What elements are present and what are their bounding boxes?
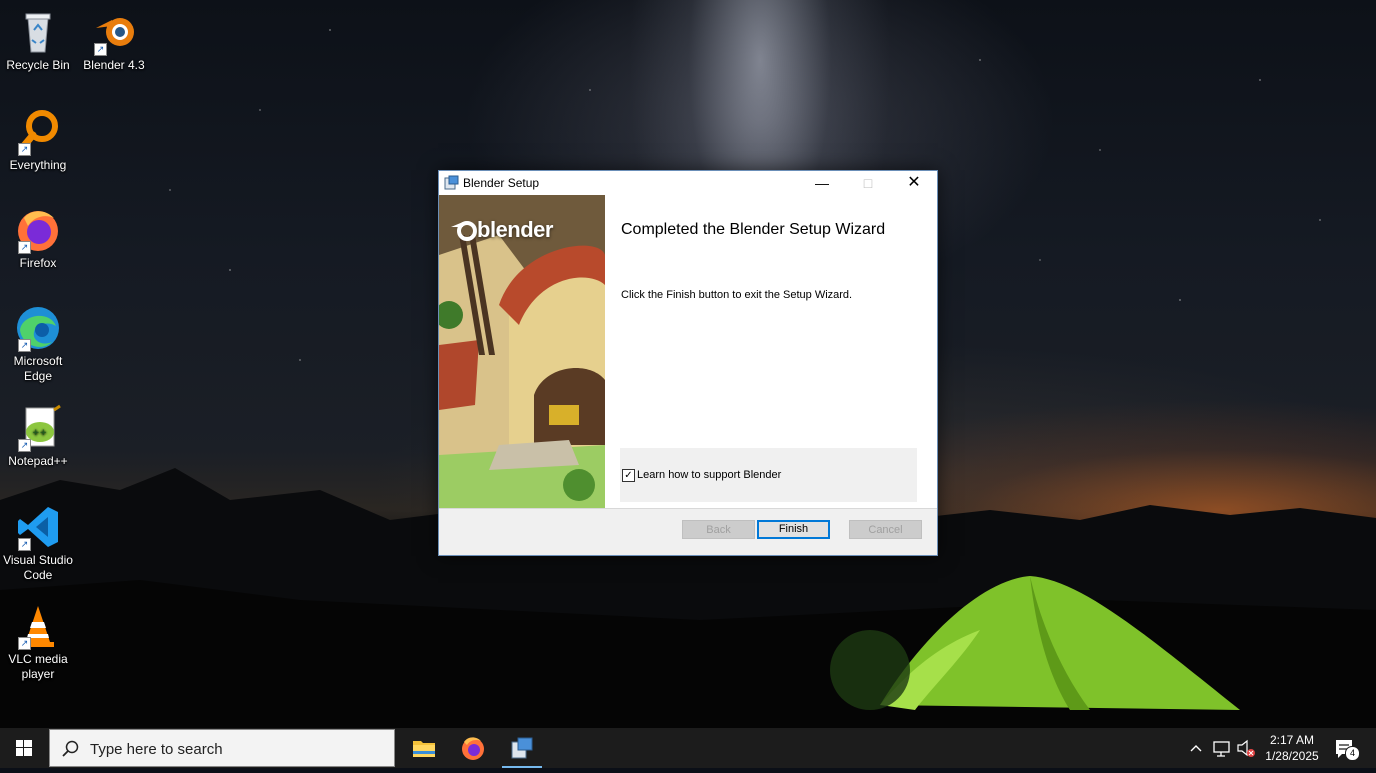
firefox-icon: ↗ [14,206,62,254]
desktop-icon-microsoft-edge[interactable]: ↗ Microsoft Edge [0,304,76,384]
windows-logo-icon [16,740,32,756]
desktop-icon-label: Blender 4.3 [83,58,145,72]
support-blender-checkbox[interactable]: ✓ [622,469,635,482]
svg-text:++: ++ [32,428,47,438]
blender-logo-text: blender [477,217,553,242]
desktop-icon-blender[interactable]: ↗ Blender 4.3 [76,8,152,73]
desktop-icon-label: Visual Studio Code [3,553,73,582]
taskbar-file-explorer[interactable] [400,728,448,768]
button-bar-divider [439,508,937,509]
desktop-icon-vlc[interactable]: ↗ VLC media player [0,602,76,682]
desktop-icon-recycle-bin[interactable]: Recycle Bin [0,8,76,73]
support-blender-label[interactable]: Learn how to support Blender [637,469,781,481]
everything-search-icon: ↗ [14,108,62,156]
blender-logo: blender [451,217,553,243]
clock-time: 2:17 AM [1269,733,1315,747]
blender-logo-icon [451,219,477,241]
wizard-side-banner: blender [439,195,605,508]
desktop-icon-label: Microsoft Edge [13,354,63,383]
desktop-icon-label: Recycle Bin [6,58,70,72]
clock-date: 1/28/2025 [1265,749,1319,763]
shortcut-arrow-icon: ↗ [18,439,31,452]
search-icon [62,740,79,757]
window-titlebar[interactable]: Blender Setup — □ ✕ [439,171,937,195]
wizard-body-text: Click the Finish button to exit the Setu… [621,289,853,301]
firefox-icon [462,737,484,760]
shortcut-arrow-icon: ↗ [18,241,31,254]
taskbar-blender-setup[interactable] [498,728,546,768]
minimize-icon[interactable]: — [799,171,845,195]
start-button[interactable] [0,728,48,768]
notepad-plus-plus-icon: ++ ↗ [14,404,62,452]
close-icon[interactable]: ✕ [891,171,937,195]
action-center-button[interactable]: 4 [1330,728,1360,768]
cancel-button[interactable]: Cancel [849,520,922,539]
desktop-icon-label: VLC media player [8,652,68,681]
desktop-icon-label: Firefox [19,256,57,270]
back-button[interactable]: Back [682,520,755,539]
desktop-icon-visual-studio-code[interactable]: ↗ Visual Studio Code [0,503,76,583]
taskbar-search-box[interactable]: Type here to search [49,729,395,767]
blender-setup-icon [511,737,533,759]
blender-setup-window: Blender Setup — □ ✕ blender Completed th… [438,170,938,556]
desktop-icon-label: Notepad++ [8,454,68,468]
search-placeholder: Type here to search [90,741,223,758]
wizard-heading: Completed the Blender Setup Wizard [621,221,886,238]
finish-button[interactable]: Finish [757,520,830,539]
network-status[interactable] [1211,728,1233,768]
chevron-up-icon [1190,745,1202,752]
taskbar-clock[interactable]: 2:17 AM 1/28/2025 [1254,732,1330,764]
edge-icon: ↗ [14,304,62,352]
shortcut-arrow-icon: ↗ [18,637,31,650]
desktop-icon-notepad-plus-plus[interactable]: ++ ↗ Notepad++ [0,404,76,469]
maximize-icon: □ [863,175,873,191]
blender-icon: ↗ [90,8,138,56]
vlc-cone-icon: ↗ [14,602,62,650]
shortcut-arrow-icon: ↗ [94,43,107,56]
shortcut-arrow-icon: ↗ [18,143,31,156]
desktop-icon-firefox[interactable]: ↗ Firefox [0,206,76,271]
shortcut-arrow-icon: ↗ [18,538,31,551]
file-explorer-icon [413,741,435,757]
network-icon [1213,741,1230,757]
taskbar: Type here to search 2:17 AM 1/28/2025 4 [0,728,1376,768]
recycle-bin-icon [14,8,62,56]
desktop-icon-everything[interactable]: ↗ Everything [0,108,76,173]
show-hidden-icons-button[interactable] [1188,728,1204,768]
shortcut-arrow-icon: ↗ [18,339,31,352]
taskbar-firefox[interactable] [449,728,497,768]
installer-icon [444,175,459,193]
notification-count-badge: 4 [1345,746,1360,761]
vscode-icon: ↗ [14,503,62,551]
support-option-panel: ✓ Learn how to support Blender [620,448,917,502]
wizard-content: blender Completed the Blender Setup Wiza… [439,195,937,508]
window-title: Blender Setup [463,176,540,190]
desktop-icon-label: Everything [9,158,67,172]
